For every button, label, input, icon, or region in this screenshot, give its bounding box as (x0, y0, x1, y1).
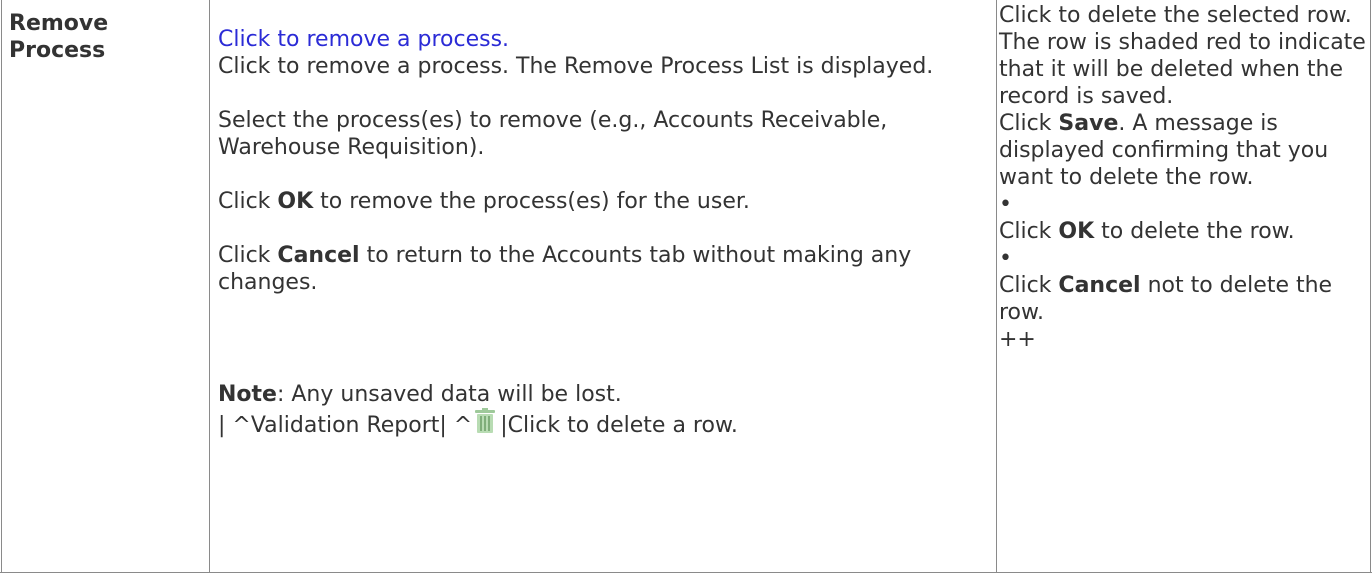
cancel-instruction: Click Cancel to return to the Accounts t… (218, 243, 912, 295)
documentation-table: Remove Process Click to remove a process… (0, 0, 1372, 573)
validation-report-line: | ^Validation Report| ^ |Click to delete … (218, 408, 988, 439)
bullet: • (999, 246, 1012, 271)
trailer-text: ++ (999, 327, 1036, 352)
note-text: Note: Any unsaved data will be lost. (218, 382, 622, 407)
bullet: • (999, 192, 1012, 217)
ok-instruction: Click OK to remove the process(es) for t… (218, 189, 750, 214)
description-cell: Click to remove a process. Click to remo… (218, 26, 988, 439)
delete-notes-cell: Click to delete the selected row. The ro… (999, 2, 1371, 353)
table-divider-1 (209, 0, 210, 573)
row-label: Remove Process (9, 11, 109, 63)
intro-text: Click to remove a process. The Remove Pr… (218, 54, 934, 79)
trash-icon[interactable] (474, 408, 496, 434)
select-text: Select the process(es) to remove (e.g., … (218, 108, 888, 160)
table-border-left (1, 0, 2, 573)
delete-intro: Click to delete the selected row. The ro… (999, 3, 1366, 109)
remove-process-link[interactable]: Click to remove a process. (218, 27, 509, 52)
table-divider-2 (996, 0, 997, 573)
cancel-delete-instruction: Click Cancel not to delete the row. (999, 273, 1333, 325)
save-instruction: Click Save. A message is displayed confi… (999, 111, 1329, 190)
ok-delete-instruction: Click OK to delete the row. (999, 219, 1295, 244)
